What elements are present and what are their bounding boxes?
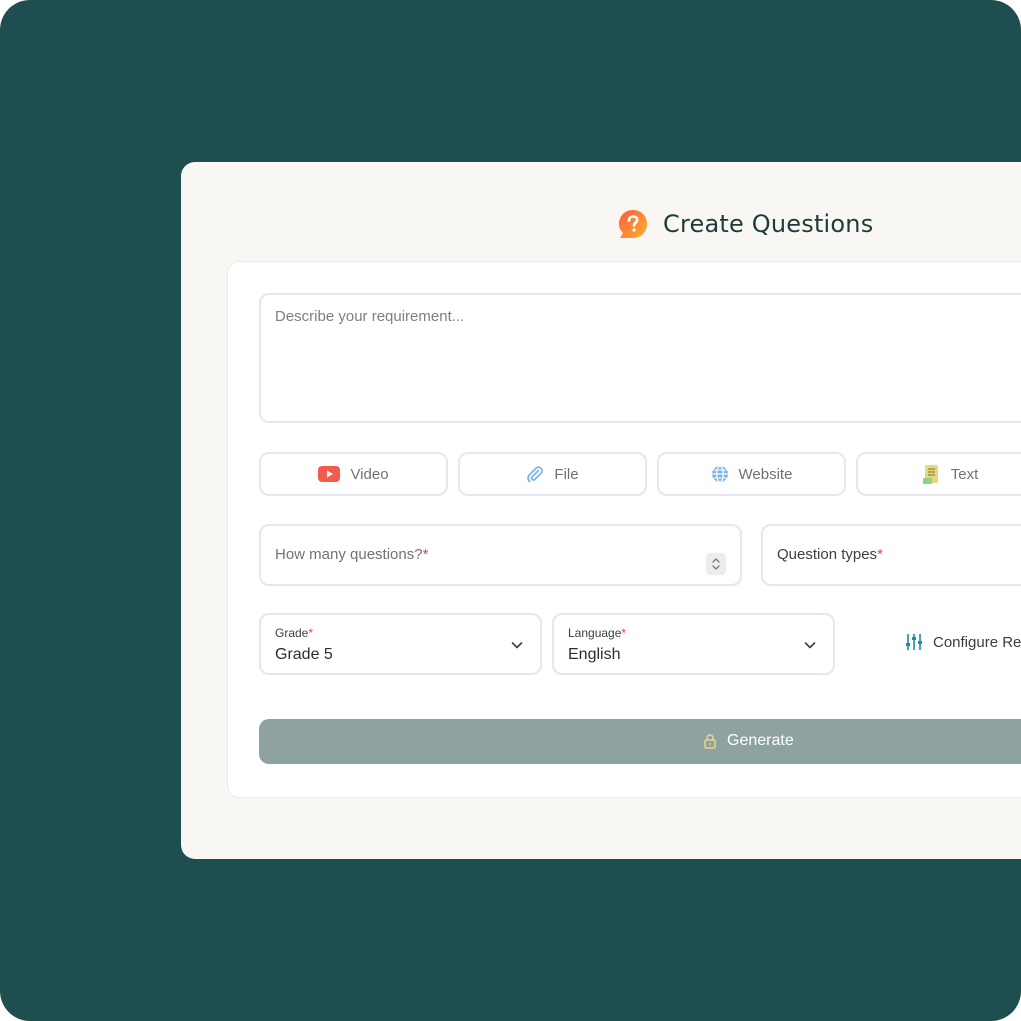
source-text-button[interactable]: Text bbox=[856, 452, 1021, 496]
question-count-placeholder: How many questions?* bbox=[275, 546, 429, 563]
question-types-placeholder: Question types* bbox=[777, 546, 883, 563]
sliders-icon bbox=[906, 634, 922, 650]
stepper-arrows-icon bbox=[712, 558, 720, 570]
configure-button[interactable]: Configure Re bbox=[905, 633, 1021, 651]
generate-content: Generate bbox=[703, 732, 794, 750]
app-background: Create Questions Describe your requireme… bbox=[0, 0, 1021, 1021]
paperclip-icon bbox=[527, 466, 544, 483]
chevron-down-icon bbox=[511, 642, 523, 649]
required-marker: * bbox=[877, 546, 883, 563]
required-marker: * bbox=[308, 626, 314, 640]
page-header: Create Questions bbox=[617, 208, 873, 240]
grade-label: Grade* bbox=[275, 626, 314, 640]
requirement-placeholder: Describe your requirement... bbox=[275, 308, 465, 325]
create-questions-panel: Create Questions Describe your requireme… bbox=[181, 162, 1021, 859]
language-value: English bbox=[568, 646, 621, 663]
lock-icon bbox=[704, 734, 716, 749]
language-label: Language* bbox=[568, 626, 627, 640]
grade-select[interactable]: Grade* Grade 5 bbox=[259, 613, 542, 675]
text-document-icon bbox=[922, 465, 938, 484]
youtube-icon bbox=[318, 466, 341, 482]
grade-value: Grade 5 bbox=[275, 646, 333, 663]
question-form-card: Describe your requirement... Video File bbox=[227, 261, 1021, 798]
required-marker: * bbox=[422, 546, 429, 563]
chevron-down-icon bbox=[804, 642, 816, 649]
source-video-label: Video bbox=[350, 465, 389, 483]
page-title: Create Questions bbox=[663, 210, 874, 238]
source-website-label: Website bbox=[738, 465, 793, 483]
generate-label: Generate bbox=[727, 732, 794, 749]
source-text-label: Text bbox=[950, 465, 979, 483]
configure-label: Configure Re bbox=[933, 633, 1021, 651]
source-video-button[interactable]: Video bbox=[259, 452, 448, 496]
requirement-textarea[interactable]: Describe your requirement... bbox=[259, 293, 1021, 423]
question-types-select[interactable]: Question types* bbox=[761, 524, 1021, 586]
generate-button[interactable]: Generate bbox=[259, 719, 1021, 764]
source-file-label: File bbox=[554, 465, 579, 483]
question-count-input[interactable]: How many questions?* bbox=[259, 524, 742, 586]
source-website-button[interactable]: Website bbox=[657, 452, 846, 496]
language-select[interactable]: Language* English bbox=[552, 613, 835, 675]
quantity-stepper[interactable] bbox=[706, 553, 726, 575]
source-file-button[interactable]: File bbox=[458, 452, 647, 496]
required-marker: * bbox=[621, 626, 627, 640]
globe-icon bbox=[711, 465, 728, 483]
question-bubble-icon bbox=[619, 210, 647, 238]
